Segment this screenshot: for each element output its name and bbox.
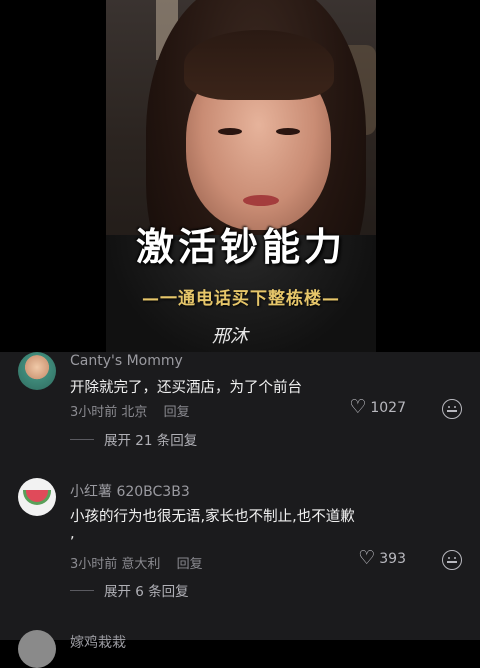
video-player[interactable]: 激活钞能力 —一通电话买下整栋楼— 邢沐 (0, 0, 480, 352)
watermelon-icon (23, 489, 51, 505)
video-title: 激活钞能力 (135, 225, 346, 269)
right-eye (276, 128, 300, 135)
comment-username[interactable]: 小红薯 620BC3B3 (70, 481, 190, 501)
emoji-react-icon[interactable] (442, 550, 462, 570)
comment-meta: 3小时前 意大利 回复 (70, 553, 203, 572)
woman-bangs (184, 30, 334, 100)
comment-text: 开除就完了，还买酒店，为了个前台 (70, 380, 302, 396)
comments-section: Canty's Mommy 开除就完了，还买酒店，为了个前台 3小时前 北京 回… (0, 352, 480, 668)
divider-line (70, 438, 94, 440)
signature-watermark: 邢沐 (212, 326, 248, 347)
video-subtitle: —一通电话买下整栋楼— (142, 289, 340, 309)
left-eye (218, 128, 242, 135)
like-count: 1027 (370, 399, 406, 416)
comment-time: 3小时前 (70, 405, 118, 420)
video-frame[interactable]: 激活钞能力 —一通电话买下整栋楼— (106, 0, 376, 352)
like-count: 393 (379, 550, 406, 567)
expand-replies-button[interactable]: 展开 21 条回复 (70, 429, 197, 449)
heart-icon: ♡ (349, 396, 367, 418)
avatar[interactable] (18, 478, 56, 516)
avatar[interactable] (18, 630, 56, 668)
comment-location: 北京 (121, 405, 148, 420)
divider-line (70, 589, 94, 591)
lips (243, 195, 279, 206)
expand-replies-label: 展开 6 条回复 (104, 584, 189, 600)
comment-text-continued: , (70, 526, 75, 542)
comment-username[interactable]: 嫁鸡栽栽 (70, 632, 126, 652)
reply-button[interactable]: 回复 (164, 405, 190, 420)
expand-replies-button[interactable]: 展开 6 条回复 (70, 580, 189, 600)
reply-button[interactable]: 回复 (177, 557, 203, 572)
comment-text: 小孩的行为也很无语,家长也不制止,也不道歉 (70, 509, 355, 525)
comment-time: 3小时前 (70, 557, 118, 572)
comment-username[interactable]: Canty's Mommy (70, 353, 183, 369)
like-button[interactable]: ♡ 393 (358, 549, 406, 568)
like-button[interactable]: ♡ 1027 (349, 398, 406, 417)
comment-meta: 3小时前 北京 回复 (70, 401, 190, 420)
heart-icon: ♡ (358, 547, 376, 569)
emoji-react-icon[interactable] (442, 399, 462, 419)
avatar[interactable] (18, 352, 56, 390)
expand-replies-label: 展开 21 条回复 (104, 433, 198, 449)
comment-location: 意大利 (121, 557, 161, 572)
